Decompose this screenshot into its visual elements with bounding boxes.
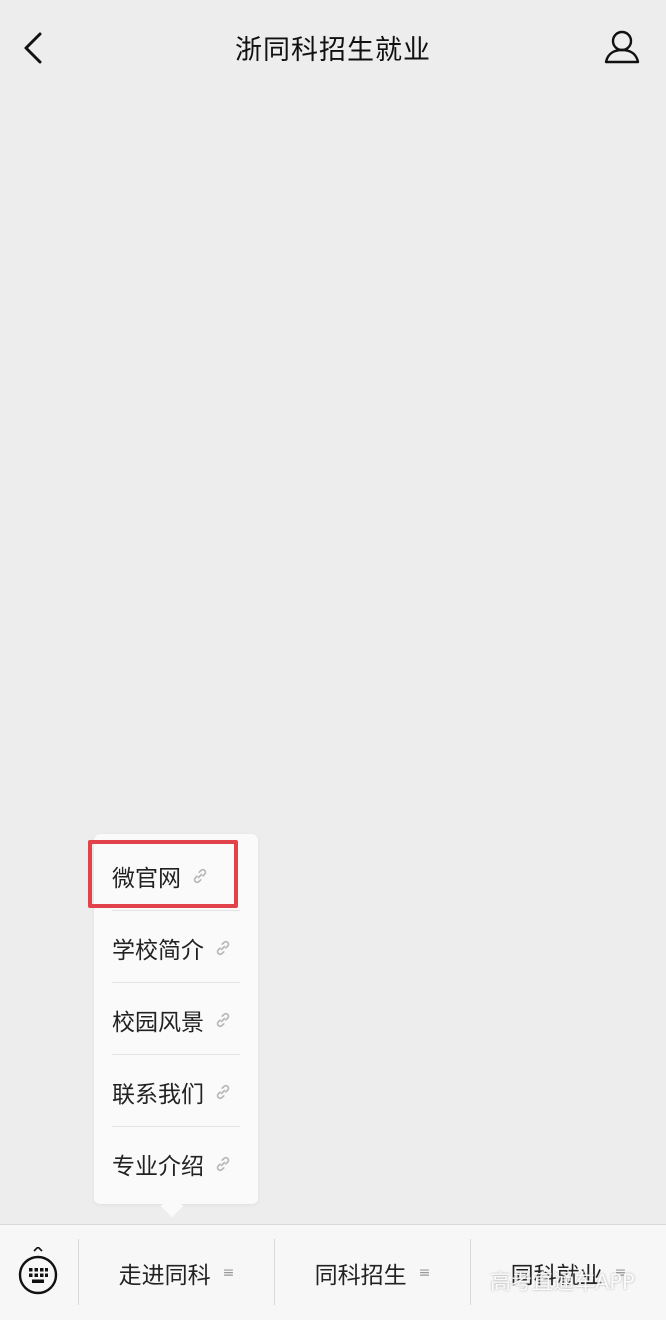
submenu-item-label: 专业介绍 xyxy=(112,1154,204,1180)
link-icon xyxy=(216,1156,230,1172)
submenu-item-majors[interactable]: 专业介绍 xyxy=(112,1128,240,1200)
submenu-item-label: 联系我们 xyxy=(112,1082,204,1108)
person-icon xyxy=(604,30,640,64)
menu-lines-icon: ≡ xyxy=(222,1265,235,1281)
submenu-item-campus-scenery[interactable]: 校园风景 xyxy=(112,984,240,1056)
profile-button[interactable] xyxy=(602,26,642,70)
top-bar: 浙同科招生就业 xyxy=(0,0,666,96)
watermark-text: 高考直通车APP xyxy=(490,1270,635,1294)
menu-lines-icon: ≡ xyxy=(418,1265,431,1281)
submenu-item-contact-us[interactable]: 联系我们 xyxy=(112,1056,240,1128)
page-title: 浙同科招生就业 xyxy=(235,35,431,66)
submenu-item-school-intro[interactable]: 学校简介 xyxy=(112,912,240,984)
submenu-divider xyxy=(112,910,240,911)
submenu-divider xyxy=(112,982,240,983)
submenu-divider xyxy=(112,1054,240,1055)
highlight-box xyxy=(88,840,238,908)
menu-tab-admissions[interactable]: 同科招生 ≡ xyxy=(275,1225,470,1320)
menu-tab-label: 同科招生 xyxy=(314,1263,407,1289)
keyboard-icon xyxy=(18,1245,58,1295)
keyboard-toggle-button[interactable] xyxy=(16,1245,60,1299)
link-icon xyxy=(216,1012,230,1028)
menu-tab-label: 走进同科 xyxy=(118,1263,211,1289)
submenu-divider xyxy=(112,1126,240,1127)
link-icon xyxy=(216,1084,230,1100)
menu-tab-about[interactable]: 走进同科 ≡ xyxy=(79,1225,274,1320)
submenu-item-label: 校园风景 xyxy=(112,1010,204,1036)
submenu-item-label: 学校简介 xyxy=(112,938,204,964)
link-icon xyxy=(216,940,230,956)
app-window: 浙同科招生就业 微官网 学校简介 校园风景 联系我们 专业介绍 走进同科 ≡ 同… xyxy=(0,0,666,1320)
